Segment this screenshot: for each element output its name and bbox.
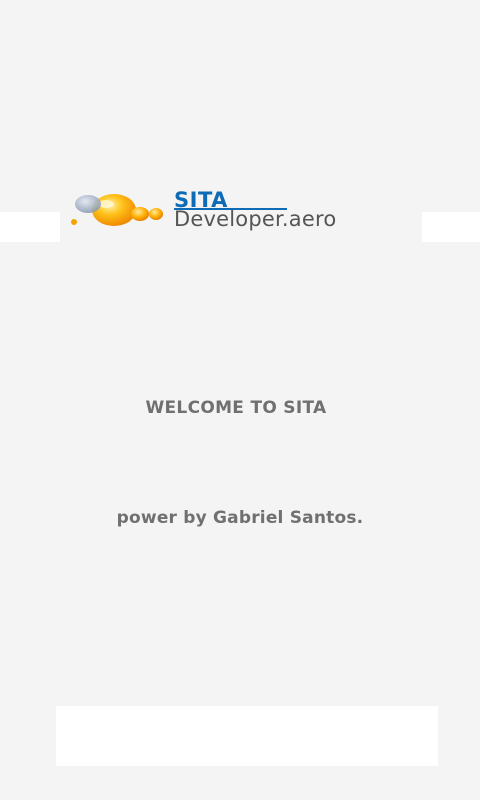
orange-bubbles-icon: [71, 194, 163, 226]
logo-domain-text: Developer.aero: [174, 207, 337, 231]
logo-strip-left: [0, 212, 60, 242]
logo-strip-right: [422, 212, 480, 242]
credit-text: power by Gabriel Santos.: [116, 508, 364, 528]
splash-screen: SITA Developer.aero WELCOME TO SITA powe…: [0, 0, 480, 800]
sita-developer-logo: SITA Developer.aero: [66, 188, 418, 236]
bottom-panel: [56, 706, 438, 766]
welcome-text: WELCOME TO SITA: [145, 398, 327, 418]
